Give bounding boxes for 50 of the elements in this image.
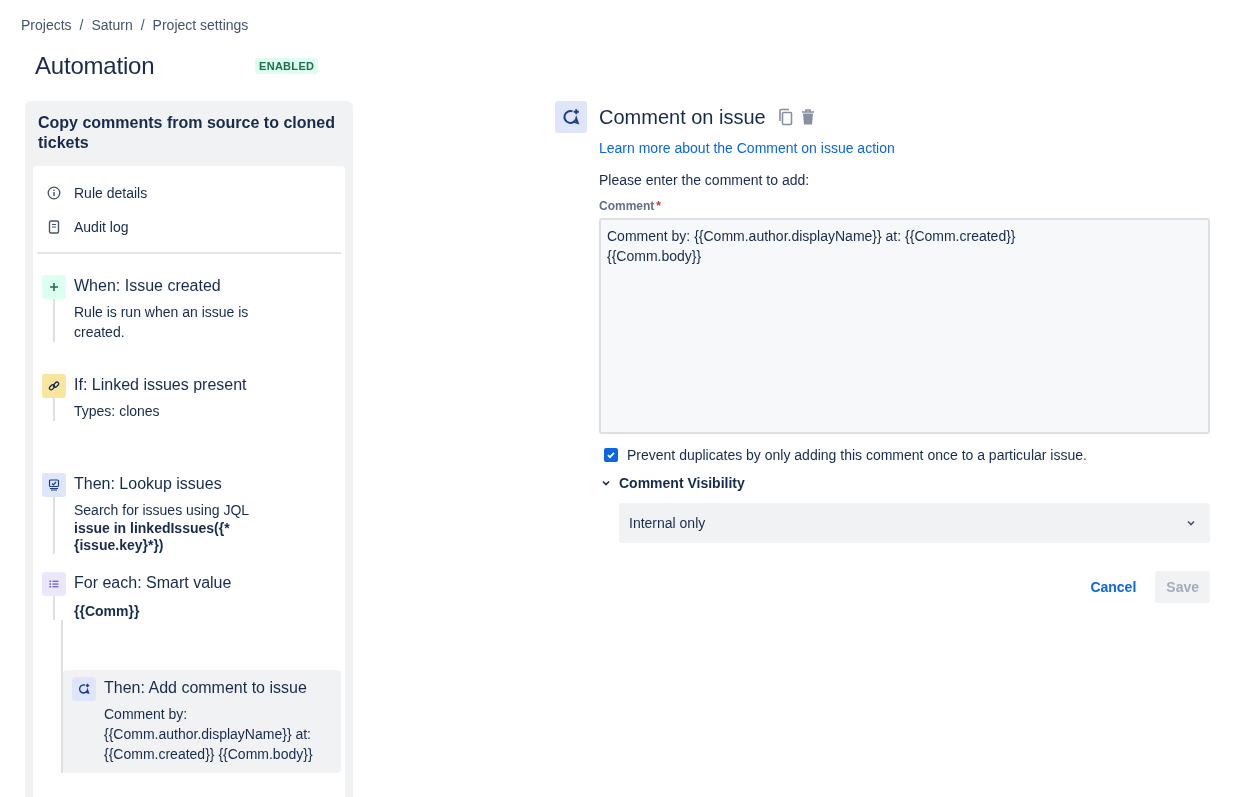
document-icon bbox=[48, 220, 60, 234]
step-description: Types: clones bbox=[74, 402, 161, 421]
breadcrumb-separator: / bbox=[79, 16, 84, 34]
chevron-down-icon bbox=[1186, 518, 1196, 528]
page-title: Automation bbox=[35, 52, 156, 80]
rule-title: Copy comments from source to cloned tickets bbox=[38, 113, 336, 153]
link-icon bbox=[48, 380, 60, 392]
menu-item[interactable]: Audit log bbox=[33, 210, 345, 244]
copy-icon[interactable] bbox=[777, 108, 794, 126]
rule-step[interactable]: Then: Lookup issues Search for issues using JQL issue in linkedIssues({*{issue.key}*}) bbox=[33, 473, 345, 554]
action-title: Comment on issue bbox=[599, 105, 766, 129]
step-title: Then: Add comment to issue bbox=[104, 678, 308, 698]
breadcrumb-link[interactable]: Saturn bbox=[91, 16, 133, 34]
info-icon bbox=[47, 186, 61, 200]
step-title: For each: Smart value bbox=[74, 573, 233, 593]
step-title: When: Issue created bbox=[74, 276, 222, 296]
breadcrumb-link[interactable]: Projects bbox=[21, 16, 72, 34]
required-mark: * bbox=[656, 199, 661, 213]
step-description: Rule is run when an issue is created. bbox=[74, 303, 250, 342]
checkmark-icon bbox=[606, 450, 616, 460]
step-detail: issue in linkedIssues({*{issue.key}*}) bbox=[74, 520, 231, 554]
chevron-icon[interactable] bbox=[601, 478, 611, 488]
comment-add-icon bbox=[78, 683, 90, 695]
menu-item[interactable]: Rule details bbox=[33, 176, 345, 210]
rule-step[interactable]: For each: Smart value {{Comm}} bbox=[33, 572, 345, 620]
rule-step[interactable]: When: Issue created Rule is run when an issue is created. bbox=[33, 275, 345, 342]
step-description: Comment by: {{Comm.author.displayName}} at: {{Comm.created}} {{Comm.body}} bbox=[104, 705, 314, 764]
status-badge: ENABLED bbox=[255, 58, 319, 74]
list-icon bbox=[49, 579, 59, 589]
section-heading: Comment Visibility bbox=[619, 474, 745, 492]
step-title: If: Linked issues present bbox=[74, 375, 248, 395]
cancel-button[interactable]: Cancel bbox=[1079, 571, 1148, 603]
help-link[interactable]: Learn more about the Comment on issue action bbox=[599, 138, 895, 158]
rule-step[interactable]: If: Linked issues present Types: clones bbox=[33, 374, 345, 421]
monitor-icon bbox=[48, 479, 60, 491]
plus-icon bbox=[49, 282, 59, 292]
field-label: Comment * bbox=[599, 198, 662, 214]
step-description: Search for issues using JQL bbox=[74, 501, 251, 520]
instruction-text: Please enter the comment to add: bbox=[599, 171, 811, 190]
comment-field[interactable]: Comment by: {{Comm.author.displayName}} at: {{Comm.created}} {{Comm.body}} bbox=[599, 218, 1210, 434]
trash-icon[interactable] bbox=[799, 108, 816, 126]
step-title: Then: Lookup issues bbox=[74, 474, 223, 494]
selected-step[interactable]: Then: Add comment to issue Comment by: {{Comm.author.displayName}} at: {{Comm.created}} {{Comm.body}} bbox=[63, 670, 341, 773]
breadcrumb-link[interactable]: Project settings bbox=[152, 16, 249, 34]
checkbox-label: Prevent duplicates by only adding this comment once to a particular issue. bbox=[627, 446, 1087, 464]
comment-add-icon bbox=[555, 101, 587, 133]
visibility-select[interactable]: Internal only bbox=[619, 503, 1210, 543]
step-detail: {{Comm}} bbox=[74, 603, 141, 620]
checkbox[interactable] bbox=[604, 448, 618, 462]
breadcrumb-separator: / bbox=[140, 16, 145, 34]
